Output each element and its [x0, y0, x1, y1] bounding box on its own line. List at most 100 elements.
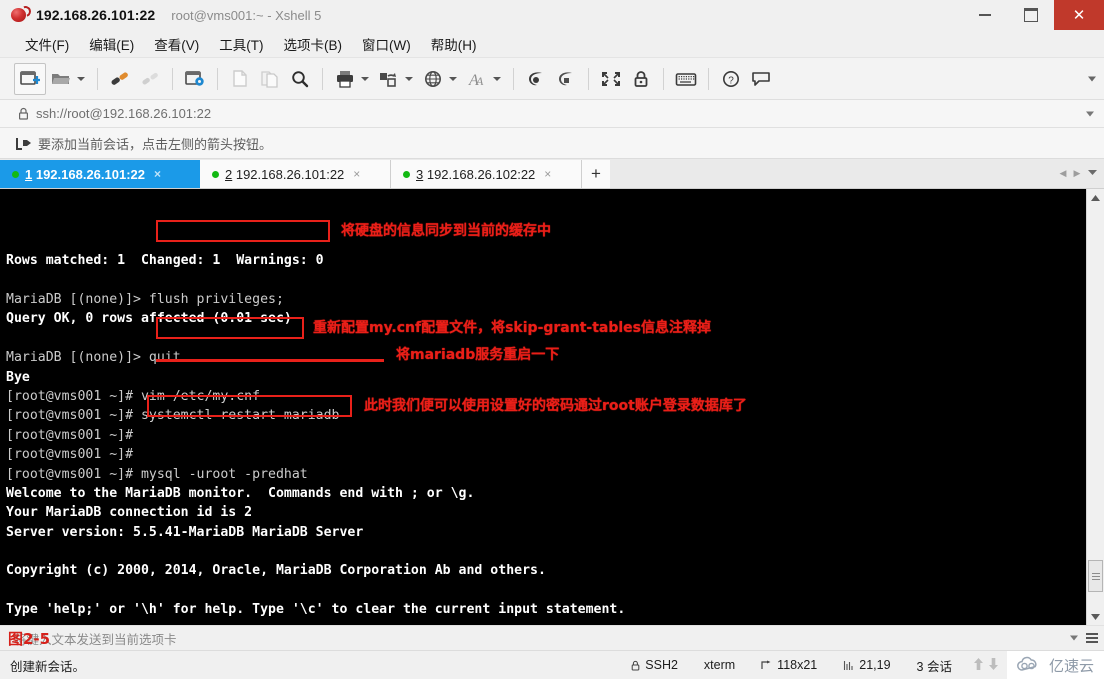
- comment-button[interactable]: [746, 64, 776, 94]
- minimize-button[interactable]: [962, 0, 1008, 30]
- toolbar-overflow-icon[interactable]: [1088, 76, 1096, 81]
- maximize-button[interactable]: [1008, 0, 1054, 30]
- globe-dropdown[interactable]: [449, 76, 457, 81]
- new-session-button[interactable]: [14, 62, 46, 95]
- scroll-down-button[interactable]: [1087, 608, 1104, 625]
- terminal-line-text: Copyright (c) 2000, 2014, Oracle, MariaD…: [6, 563, 546, 579]
- print-button[interactable]: [330, 64, 360, 94]
- menu-help[interactable]: 帮助(H): [422, 31, 486, 57]
- terminal-line-text: [root@vms001 ~]#: [6, 447, 134, 463]
- terminal-line-text: [root@vms001 ~]# mysql -uroot -predhat: [6, 466, 308, 482]
- resize-icon: [761, 660, 772, 671]
- scrollbar-thumb[interactable]: [1088, 560, 1103, 592]
- menu-view[interactable]: 查看(V): [145, 31, 208, 57]
- globe-button[interactable]: [418, 64, 448, 94]
- menu-tabs[interactable]: 选项卡(B): [275, 31, 352, 57]
- tab-3[interactable]: 3 192.168.26.102:22 ×: [391, 160, 582, 188]
- scroll-up-button[interactable]: [1087, 189, 1104, 206]
- fullscreen-icon: [602, 71, 620, 86]
- terminal-line: Copyright (c) 2000, 2014, Oracle, MariaD…: [6, 561, 1086, 580]
- font-dropdown[interactable]: [493, 76, 501, 81]
- print-icon: [337, 70, 353, 88]
- terminal-line: Server version: 5.5.41-MariaDB MariaDB S…: [6, 523, 1086, 542]
- figure-caption: 图2-5: [8, 630, 51, 648]
- terminal-line: MariaDB [(none)]> flush privileges;: [6, 290, 1086, 309]
- log-start-button[interactable]: [521, 64, 551, 94]
- find-button[interactable]: [285, 64, 315, 94]
- session-properties-button[interactable]: [180, 64, 210, 94]
- tab-host: 192.168.26.101:22: [32, 166, 146, 182]
- toolbar-separator: [513, 67, 514, 90]
- address-input[interactable]: ssh://root@192.168.26.101:22: [36, 106, 211, 121]
- watermark-text: 亿速云: [1048, 656, 1094, 675]
- add-session-arrow-icon[interactable]: [16, 137, 31, 150]
- new-tab-button[interactable]: +: [582, 160, 610, 188]
- lock-button[interactable]: [626, 64, 656, 94]
- help-button[interactable]: ?: [716, 64, 746, 94]
- terminal-line: [root@vms001 ~]# vim /etc/my.cnf: [6, 387, 1086, 406]
- terminal-line: [root@vms001 ~]#: [6, 445, 1086, 464]
- menu-edit[interactable]: 编辑(E): [80, 31, 143, 57]
- copy-button: [225, 64, 255, 94]
- scrollbar-track[interactable]: [1087, 206, 1104, 608]
- terminal-line: Your MariaDB connection id is 2: [6, 503, 1086, 522]
- tab-list-button[interactable]: [1084, 159, 1100, 187]
- tab-label: 1 192.168.26.101:22: [25, 167, 145, 182]
- window-controls: ✕: [962, 0, 1104, 30]
- terminal-line-text: Welcome to the MariaDB monitor. Commands…: [6, 485, 475, 501]
- toolbar-separator: [588, 67, 589, 90]
- status-cursor-position-label: 21,19: [859, 658, 891, 672]
- chevron-down-icon[interactable]: [1086, 111, 1094, 116]
- open-session-button[interactable]: [46, 64, 76, 94]
- terminal-line: [root@vms001 ~]# mysql -uroot -predhat: [6, 465, 1086, 484]
- close-button[interactable]: ✕: [1054, 0, 1104, 30]
- tab-1[interactable]: 1 192.168.26.101:22 ×: [0, 160, 200, 188]
- tab-close-icon[interactable]: ×: [154, 167, 161, 181]
- menu-file[interactable]: 文件(F): [16, 31, 78, 57]
- address-bar[interactable]: ssh://root@192.168.26.101:22: [0, 100, 1104, 128]
- status-dropdown-icon[interactable]: [1070, 635, 1078, 641]
- tab-scroll-right-button[interactable]: ▶: [1070, 159, 1084, 187]
- status-bar-right: SSH2 xterm 118x21 21,19 3 会话 亿速云: [618, 651, 1104, 679]
- terminal-line-text: Bye: [6, 369, 30, 385]
- lock-icon: [18, 107, 29, 120]
- cursor-pos-icon: [843, 660, 854, 671]
- fullscreen-button[interactable]: [596, 64, 626, 94]
- status-menu-icon[interactable]: [1086, 631, 1098, 645]
- terminal-line: [root@vms001 ~]# systemctl restart maria…: [6, 406, 1086, 425]
- terminal-line: Welcome to the MariaDB monitor. Commands…: [6, 484, 1086, 503]
- tab-scroll-left-button[interactable]: ◀: [1056, 159, 1070, 187]
- menu-window[interactable]: 窗口(W): [353, 31, 420, 57]
- terminal-scrollbar[interactable]: [1086, 189, 1104, 625]
- log-stop-icon: [559, 71, 572, 85]
- keyboard-icon: [675, 72, 697, 86]
- upload-arrow-icon: [973, 657, 983, 673]
- terminal-line-text: Type 'help;' or '\h' for help. Type '\c'…: [6, 602, 626, 618]
- open-session-dropdown[interactable]: [77, 76, 85, 81]
- keyboard-button[interactable]: [671, 64, 701, 94]
- terminal-line: Query OK, 0 rows affected (0.01 sec): [6, 309, 1086, 328]
- tab-host: 192.168.26.102:22: [423, 166, 536, 182]
- connect-button[interactable]: [105, 64, 135, 94]
- menu-tools[interactable]: 工具(T): [210, 31, 272, 57]
- print-dropdown[interactable]: [361, 76, 369, 81]
- file-transfer-dropdown[interactable]: [405, 76, 413, 81]
- xshell-window: 192.168.26.101:22 root@vms001:~ - Xshell…: [0, 0, 1104, 679]
- status-message: 创建新会话。: [10, 659, 86, 674]
- disconnect-icon: [142, 72, 158, 84]
- file-transfer-button[interactable]: [374, 64, 404, 94]
- status-sessions-label: 3 会话: [916, 659, 952, 674]
- tab-close-icon[interactable]: ×: [353, 167, 360, 181]
- file-transfer-icon: [380, 72, 396, 87]
- paste-icon: [261, 70, 278, 88]
- tab-status-dot-icon: [212, 170, 219, 178]
- status-size-label: 118x21: [777, 658, 818, 672]
- connect-icon: [111, 71, 128, 85]
- log-stop-button[interactable]: [551, 64, 581, 94]
- font-button[interactable]: A A: [462, 64, 492, 94]
- tab-scroll-controls: ◀ ▶: [1056, 159, 1104, 187]
- tab-2[interactable]: 2 192.168.26.101:22 ×: [200, 160, 391, 188]
- tab-close-icon[interactable]: ×: [544, 167, 551, 181]
- terminal-output[interactable]: Rows matched: 1 Changed: 1 Warnings: 0 Ma…: [0, 189, 1086, 625]
